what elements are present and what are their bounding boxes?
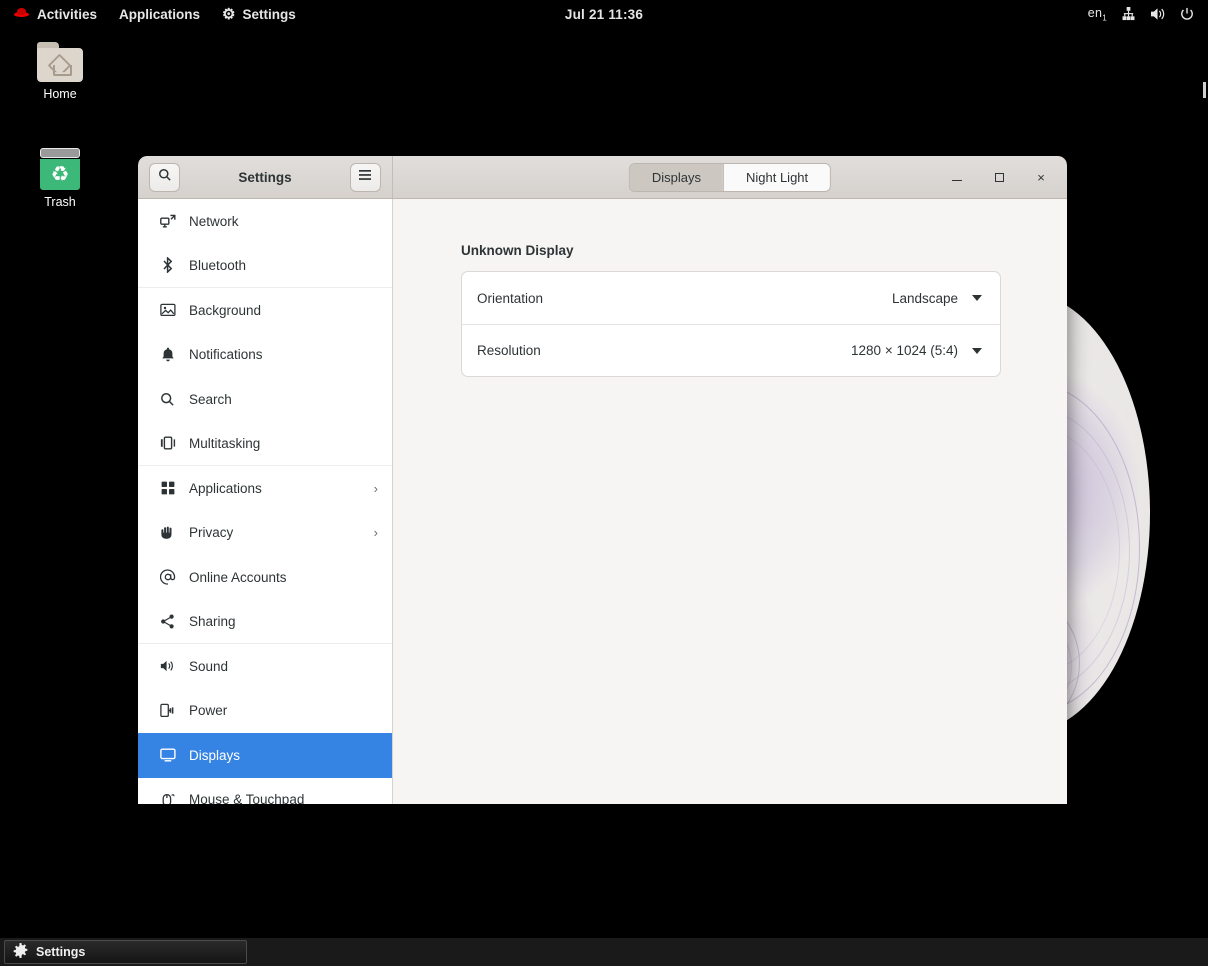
chevron-down-icon[interactable] [972,295,982,301]
sidebar-item-notifications[interactable]: Notifications [138,333,392,378]
close-button[interactable]: × [1033,169,1049,185]
tab-night-light[interactable]: Night Light [722,163,831,191]
mouse-icon [159,792,176,804]
sidebar-item-label: Sharing [189,613,236,629]
taskbar-button-label: Settings [36,945,86,959]
resolution-row[interactable]: Resolution 1280 × 1024 (5:4) [462,324,1000,376]
window-header-bar: Settings Displays Night Light × [138,156,1067,199]
resolution-label: Resolution [477,343,541,358]
sidebar-item-label: Power [189,703,228,719]
sidebar-item-label: Background [189,302,262,318]
desktop-icon-trash[interactable]: ♻ Trash [17,148,103,209]
view-switcher: Displays Night Light [628,162,832,192]
gear-icon [13,943,28,961]
sidebar-item-label: Privacy [189,525,234,541]
sidebar-item-label: Mouse & Touchpad [189,792,305,804]
chevron-down-icon[interactable] [972,347,982,354]
desktop-icon-label: Home [43,87,77,101]
sidebar-item-power[interactable]: Power [138,689,392,734]
chevron-right-icon: › [373,525,378,541]
sidebar-item-network[interactable]: Network [138,199,392,244]
display-name-heading: Unknown Display [461,243,574,258]
desktop-screen: Activities Applications ⚙ Settings Jul 2… [0,0,1208,966]
sidebar-item-sharing[interactable]: Sharing [138,600,392,644]
main-menu-button[interactable] [349,162,381,192]
sidebar-item-label: Notifications [189,347,263,363]
sidebar-item-privacy[interactable]: Privacy › [138,511,392,556]
sidebar-item-label: Multitasking [189,435,261,451]
volume-icon[interactable] [1150,7,1166,21]
window-body: Network Bluetooth Background Notificatio… [138,199,1067,804]
desktop-icon-home[interactable]: Home [17,42,103,101]
power-icon[interactable] [1180,7,1194,21]
keyboard-layout-indicator[interactable]: en1 [1088,6,1107,23]
sidebar-item-sound[interactable]: Sound [138,644,392,689]
at-sign-icon [159,569,176,585]
tab-displays[interactable]: Displays [629,163,723,191]
share-icon [159,614,176,629]
clock-label: Jul 21 11:36 [564,6,644,22]
sidebar-item-label: Search [189,391,232,407]
hand-privacy-icon [159,525,176,540]
mouse-cursor [1203,82,1206,98]
power-battery-icon [159,703,176,718]
settings-sidebar: Network Bluetooth Background Notificatio… [138,199,393,804]
displays-panel: Unknown Display Orientation Landscape Re… [393,199,1067,804]
bell-icon [159,347,176,363]
sidebar-item-label: Network [189,213,239,229]
sidebar-item-online-accounts[interactable]: Online Accounts [138,555,392,600]
settings-window: Settings Displays Night Light × Network … [138,156,1067,804]
multitasking-icon [159,436,176,450]
window-title: Settings [238,169,292,185]
sidebar-item-search[interactable]: Search [138,377,392,422]
clock-button[interactable]: Jul 21 11:36 [0,0,1208,28]
sidebar-item-multitasking[interactable]: Multitasking [138,422,392,466]
sidebar-item-label: Sound [189,658,229,674]
system-status-area[interactable]: en1 [1088,0,1208,28]
orientation-label: Orientation [477,290,544,306]
sidebar-item-background[interactable]: Background [138,288,392,333]
minimize-button[interactable] [949,169,965,185]
desktop-icon-label: Trash [44,195,76,209]
sidebar-item-displays[interactable]: Displays [138,733,392,778]
taskbar: Settings [0,938,1208,966]
bluetooth-icon [159,257,176,274]
trash-icon: ♻ [37,148,83,190]
volume-icon [159,659,176,673]
sidebar-item-bluetooth[interactable]: Bluetooth [138,244,392,288]
sidebar-item-mouse-touchpad[interactable]: Mouse & Touchpad [138,778,392,804]
sidebar-item-label: Applications [189,480,262,496]
chevron-right-icon: › [373,480,378,496]
display-settings-card: Orientation Landscape Resolution 1280 × … [461,271,1001,377]
orientation-value: Landscape [891,290,958,306]
search-icon [159,392,176,407]
taskbar-button-settings[interactable]: Settings [4,940,247,964]
network-wired-icon[interactable] [1121,7,1136,21]
hamburger-menu-icon [358,168,372,186]
applications-grid-icon [159,481,176,495]
maximize-button[interactable] [991,169,1007,185]
display-monitor-icon [159,748,176,762]
network-icon [159,214,176,229]
sidebar-item-applications[interactable]: Applications › [138,466,392,511]
sidebar-item-label: Bluetooth [189,257,247,273]
resolution-value: 1280 × 1024 (5:4) [851,343,958,358]
sidebar-item-label: Displays [189,747,241,763]
home-folder-icon [37,42,83,82]
window-controls: × [949,169,1057,185]
orientation-row[interactable]: Orientation Landscape [462,272,1000,324]
header-sidebar-section: Settings [138,156,393,198]
header-content-section: Displays Night Light × [393,156,1067,198]
top-bar: Activities Applications ⚙ Settings Jul 2… [0,0,1208,28]
sidebar-item-label: Online Accounts [189,569,287,585]
search-icon [158,168,172,187]
search-button[interactable] [149,162,180,192]
background-image-icon [159,303,176,317]
